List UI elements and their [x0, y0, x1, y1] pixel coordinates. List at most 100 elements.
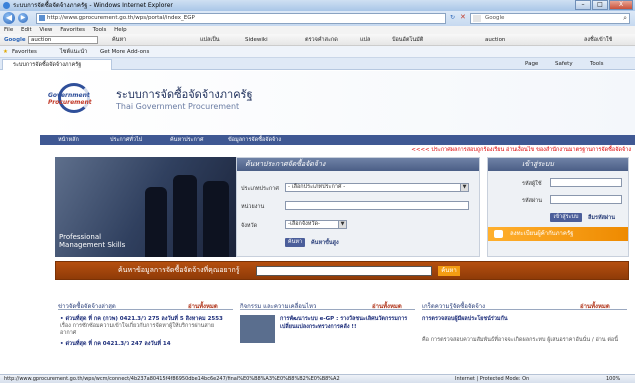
toolbar-translate2-button[interactable]: แปล [360, 34, 370, 46]
magnifier-icon[interactable]: ⌕ [623, 14, 627, 23]
menu-view[interactable]: View [39, 27, 52, 33]
news-item[interactable]: • ด่วนที่สุด ที่ กค (กวพ) 0421.3/ว 275 ล… [60, 315, 230, 323]
tab-bar: ระบบการจัดซื้อจัดจ้างภาครัฐ Page Safety … [0, 58, 635, 70]
favorites-button[interactable]: Favorites [12, 46, 37, 58]
password-input[interactable] [550, 195, 622, 204]
url-text: http://www.gprocurement.go.th/wps/portal… [47, 15, 195, 21]
menu-tools[interactable]: Tools [93, 27, 107, 33]
refresh-icon[interactable]: ↻ [450, 14, 455, 21]
search-button[interactable]: ค้นหา [285, 238, 305, 247]
search-panel-title: ค้นหาประกาศจัดซื้อจัดจ้าง [237, 158, 479, 171]
quick-search-strip: ค้นหาข้อมูลการจัดซื้อจัดจ้างที่คุณอยากรู… [55, 261, 629, 280]
menu-bar: File Edit View Favorites Tools Help [0, 26, 635, 34]
menu-help[interactable]: Help [114, 27, 127, 33]
banner-line2: Management Skills [59, 241, 126, 249]
maximize-button[interactable]: □ [592, 0, 608, 10]
province-label: จังหวัด [241, 223, 258, 229]
url-field[interactable]: http://www.gprocurement.go.th/wps/portal… [36, 13, 446, 24]
knowledge-column: เกร็ดความรู้จัดซื้อจัดจ้าง อ่านทั้งหมด ก… [422, 301, 627, 374]
toolbar-autofill-button[interactable]: ป้อนอัตโนมัติ [392, 34, 423, 46]
chevron-down-icon: ▼ [338, 221, 346, 228]
login-button[interactable]: เข้าสู่ระบบ [550, 213, 582, 222]
advanced-search-link[interactable]: ค้นหาขั้นสูง [311, 239, 339, 247]
type-select-value: - เลือกประเภทประกาศ - [288, 184, 346, 190]
username-input[interactable] [550, 178, 622, 187]
password-label: รหัสผ่าน [522, 198, 543, 204]
agency-input[interactable] [285, 201, 469, 210]
province-select[interactable]: -เลือกจังหวัด- ▼ [285, 220, 347, 229]
toolbar-auction-button[interactable]: auction [485, 34, 505, 46]
login-panel-title: เข้าสู่ระบบ [488, 158, 628, 171]
knowledge-body: คือ การตรวจสอบความสัมพันธ์ที่อาจจะเกิดผล… [422, 337, 618, 343]
forward-button[interactable]: ▶ [18, 13, 28, 23]
forgot-password-link[interactable]: ลืมรหัสผ่าน [588, 214, 615, 222]
nav-home[interactable]: หน้าหลัก [58, 135, 79, 145]
type-select[interactable]: - เลือกประเภทประกาศ - ▼ [285, 183, 469, 192]
activities-column: กิจกรรม และความเคลื่อนไหว อ่านทั้งหมด กา… [240, 301, 415, 374]
page-icon [39, 15, 45, 21]
nav-announcements[interactable]: ประกาศทั่วไป [110, 135, 142, 145]
page-content: Government Procurement ระบบการจัดซื้อจัด… [0, 71, 635, 374]
safety-menu[interactable]: Safety [555, 58, 573, 70]
site-logo[interactable]: Government Procurement [48, 79, 98, 127]
knowledge-headline[interactable]: การตรวจสอบผู้มีผลประโยชน์ร่วมกัน [422, 315, 627, 323]
address-bar: ◀ ▶ http://www.gprocurement.go.th/wps/po… [0, 11, 635, 26]
toolbar-translate-button[interactable]: แปลเป็น [200, 34, 220, 46]
agency-label: หน่วยงาน [241, 204, 265, 210]
google-search-input[interactable]: auction [28, 36, 98, 44]
ie-logo-icon [3, 2, 10, 9]
logo-line1: Government [48, 92, 90, 99]
stop-icon[interactable]: ✕ [460, 13, 466, 21]
search-placeholder: Google [485, 15, 505, 21]
province-select-value: -เลือกจังหวัด- [288, 221, 321, 227]
minimize-button[interactable]: – [575, 0, 591, 10]
status-zone: Internet | Protected Mode: On [455, 376, 530, 382]
status-bar: http://www.gprocurement.go.th/wps/wcm/co… [0, 374, 635, 383]
username-label: รหัสผู้ใช้ [522, 181, 542, 187]
site-subtitle: Thai Government Procurement [116, 102, 240, 111]
menu-edit[interactable]: Edit [21, 27, 32, 33]
register-label: ลงทะเบียนผู้ค้ากับภาครัฐ [510, 230, 574, 237]
window-title-bar: ระบบการจัดซื้อจัดจ้างภาครัฐ - Windows In… [0, 0, 635, 11]
menu-file[interactable]: File [4, 27, 13, 33]
page-menu[interactable]: Page [525, 58, 538, 70]
google-toolbar: Google auction ค้นหา แปลเป็น Sidewiki ตร… [0, 34, 635, 46]
get-addons-link[interactable]: Get More Add-ons [100, 46, 149, 58]
window-title: ระบบการจัดซื้อจัดจ้างภาครัฐ - Windows In… [13, 2, 173, 9]
chevron-down-icon: ▼ [460, 184, 468, 191]
back-button[interactable]: ◀ [3, 12, 15, 24]
news-marquee[interactable]: <<<< ประกาศผลการสอบถูกร้องเรียน อ่านเงื่… [40, 145, 635, 155]
site-header: Government Procurement ระบบการจัดซื้อจัด… [40, 71, 635, 135]
login-panel: เข้าสู่ระบบ รหัสผู้ใช้ รหัสผ่าน เข้าสู่ร… [487, 157, 629, 257]
register-banner[interactable]: ลงทะเบียนผู้ค้ากับภาครัฐ [488, 227, 628, 241]
news-item[interactable]: • ด่วนที่สุด ที่ กค 0421.3/ว 247 ลงวันที… [60, 340, 230, 348]
zoom-level[interactable]: 100% [606, 375, 620, 383]
quick-search-button[interactable]: ค้นหา [438, 266, 460, 276]
site-nav: หน้าหลัก ประกาศทั่วไป ค้นหาประกาศ ข้อมูล… [40, 135, 635, 145]
toolbar-spellcheck-button[interactable]: ตรวจคำสะกด [305, 34, 338, 46]
banner-line1: Professional [59, 233, 102, 241]
star-icon: ★ [3, 49, 8, 55]
browser-tab[interactable]: ระบบการจัดซื้อจัดจ้างภาครัฐ [2, 59, 112, 70]
menu-favorites[interactable]: Favorites [60, 27, 85, 33]
nav-search[interactable]: ค้นหาประกาศ [170, 135, 203, 145]
close-button[interactable]: X [609, 0, 633, 10]
google-icon [473, 15, 481, 22]
logo-line2: Procurement [48, 99, 92, 106]
register-icon [494, 230, 503, 238]
search-box[interactable]: Google ⌕ [470, 13, 630, 24]
toolbar-search-button[interactable]: ค้นหา [112, 34, 126, 46]
google-search-value: auction [31, 37, 52, 43]
toolbar-sidewiki-button[interactable]: Sidewiki [245, 34, 268, 46]
suggested-sites-link[interactable]: ไซต์แนะนำ [60, 46, 87, 58]
site-title: ระบบการจัดซื้อจัดจ้างภาครัฐ [116, 88, 253, 101]
quick-search-input[interactable] [256, 266, 432, 276]
activity-thumbnail[interactable] [240, 315, 275, 343]
activity-headline[interactable]: การพัฒนาระบบ e-GP : รางวัลชนะเลิศนวัตกรร… [280, 315, 415, 331]
type-label: ประเภทประกาศ [241, 186, 279, 192]
search-panel: ค้นหาประกาศจัดซื้อจัดจ้าง ประเภทประกาศ -… [236, 157, 480, 257]
nav-procurement-info[interactable]: ข้อมูลการจัดซื้อจัดจ้าง [228, 135, 281, 145]
toolbar-signin-button[interactable]: ลงชื่อเข้าใช้ [584, 34, 612, 46]
tools-menu[interactable]: Tools [590, 58, 604, 70]
banner-image: Professional Management Skills [55, 157, 238, 257]
